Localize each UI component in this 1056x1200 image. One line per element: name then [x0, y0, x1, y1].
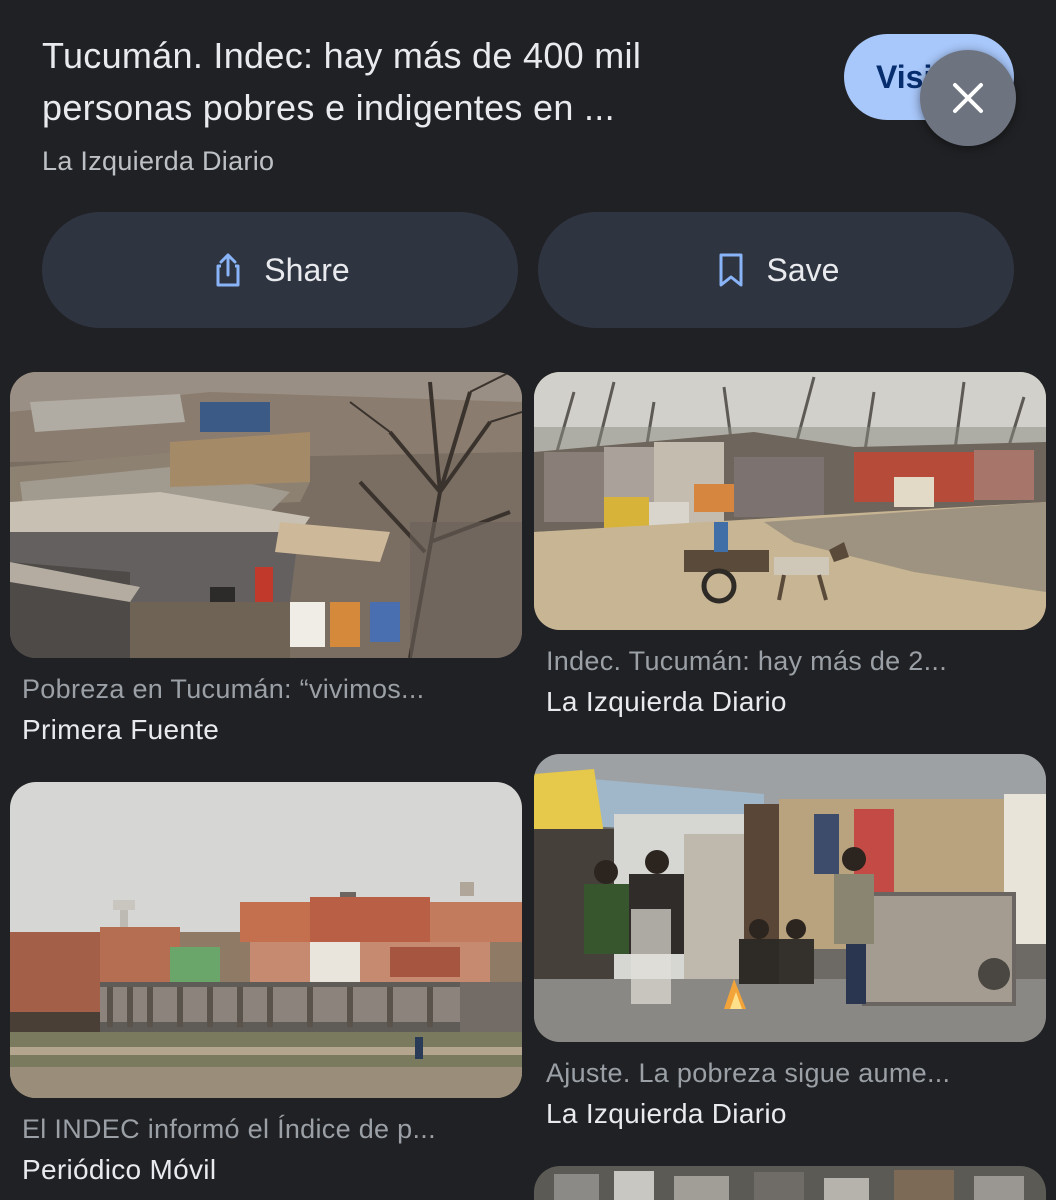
- result-image-5[interactable]: [534, 1166, 1046, 1200]
- title-line-2: personas pobres e indigentes en ...: [42, 87, 615, 128]
- result-image-3[interactable]: [10, 782, 522, 1098]
- source-name[interactable]: La Izquierda Diario: [42, 146, 274, 177]
- page-title: Tucumán. Indec: hay más de 400 mil perso…: [42, 30, 832, 134]
- save-label: Save: [766, 251, 840, 288]
- bookmark-icon: [713, 252, 749, 288]
- close-button[interactable]: [920, 50, 1016, 146]
- result-image-2[interactable]: [534, 372, 1046, 630]
- result-site-4[interactable]: La Izquierda Diario: [546, 1098, 787, 1130]
- title-line-1: Tucumán. Indec: hay más de 400 mil: [42, 35, 642, 76]
- result-caption-1[interactable]: Pobreza en Tucumán: “vivimos...: [22, 674, 512, 705]
- result-caption-4[interactable]: Ajuste. La pobreza sigue aume...: [546, 1058, 1036, 1089]
- save-button[interactable]: Save: [538, 212, 1014, 328]
- share-icon: [210, 252, 246, 288]
- close-icon: [953, 83, 983, 113]
- result-site-3[interactable]: Periódico Móvil: [22, 1154, 216, 1186]
- result-site-1[interactable]: Primera Fuente: [22, 714, 219, 746]
- result-image-4[interactable]: [534, 754, 1046, 1042]
- result-site-2[interactable]: La Izquierda Diario: [546, 686, 787, 718]
- result-caption-2[interactable]: Indec. Tucumán: hay más de 2...: [546, 646, 1036, 677]
- share-button[interactable]: Share: [42, 212, 518, 328]
- result-image-1[interactable]: [10, 372, 522, 658]
- result-caption-3[interactable]: El INDEC informó el Índice de p...: [22, 1114, 512, 1145]
- share-label: Share: [264, 251, 350, 288]
